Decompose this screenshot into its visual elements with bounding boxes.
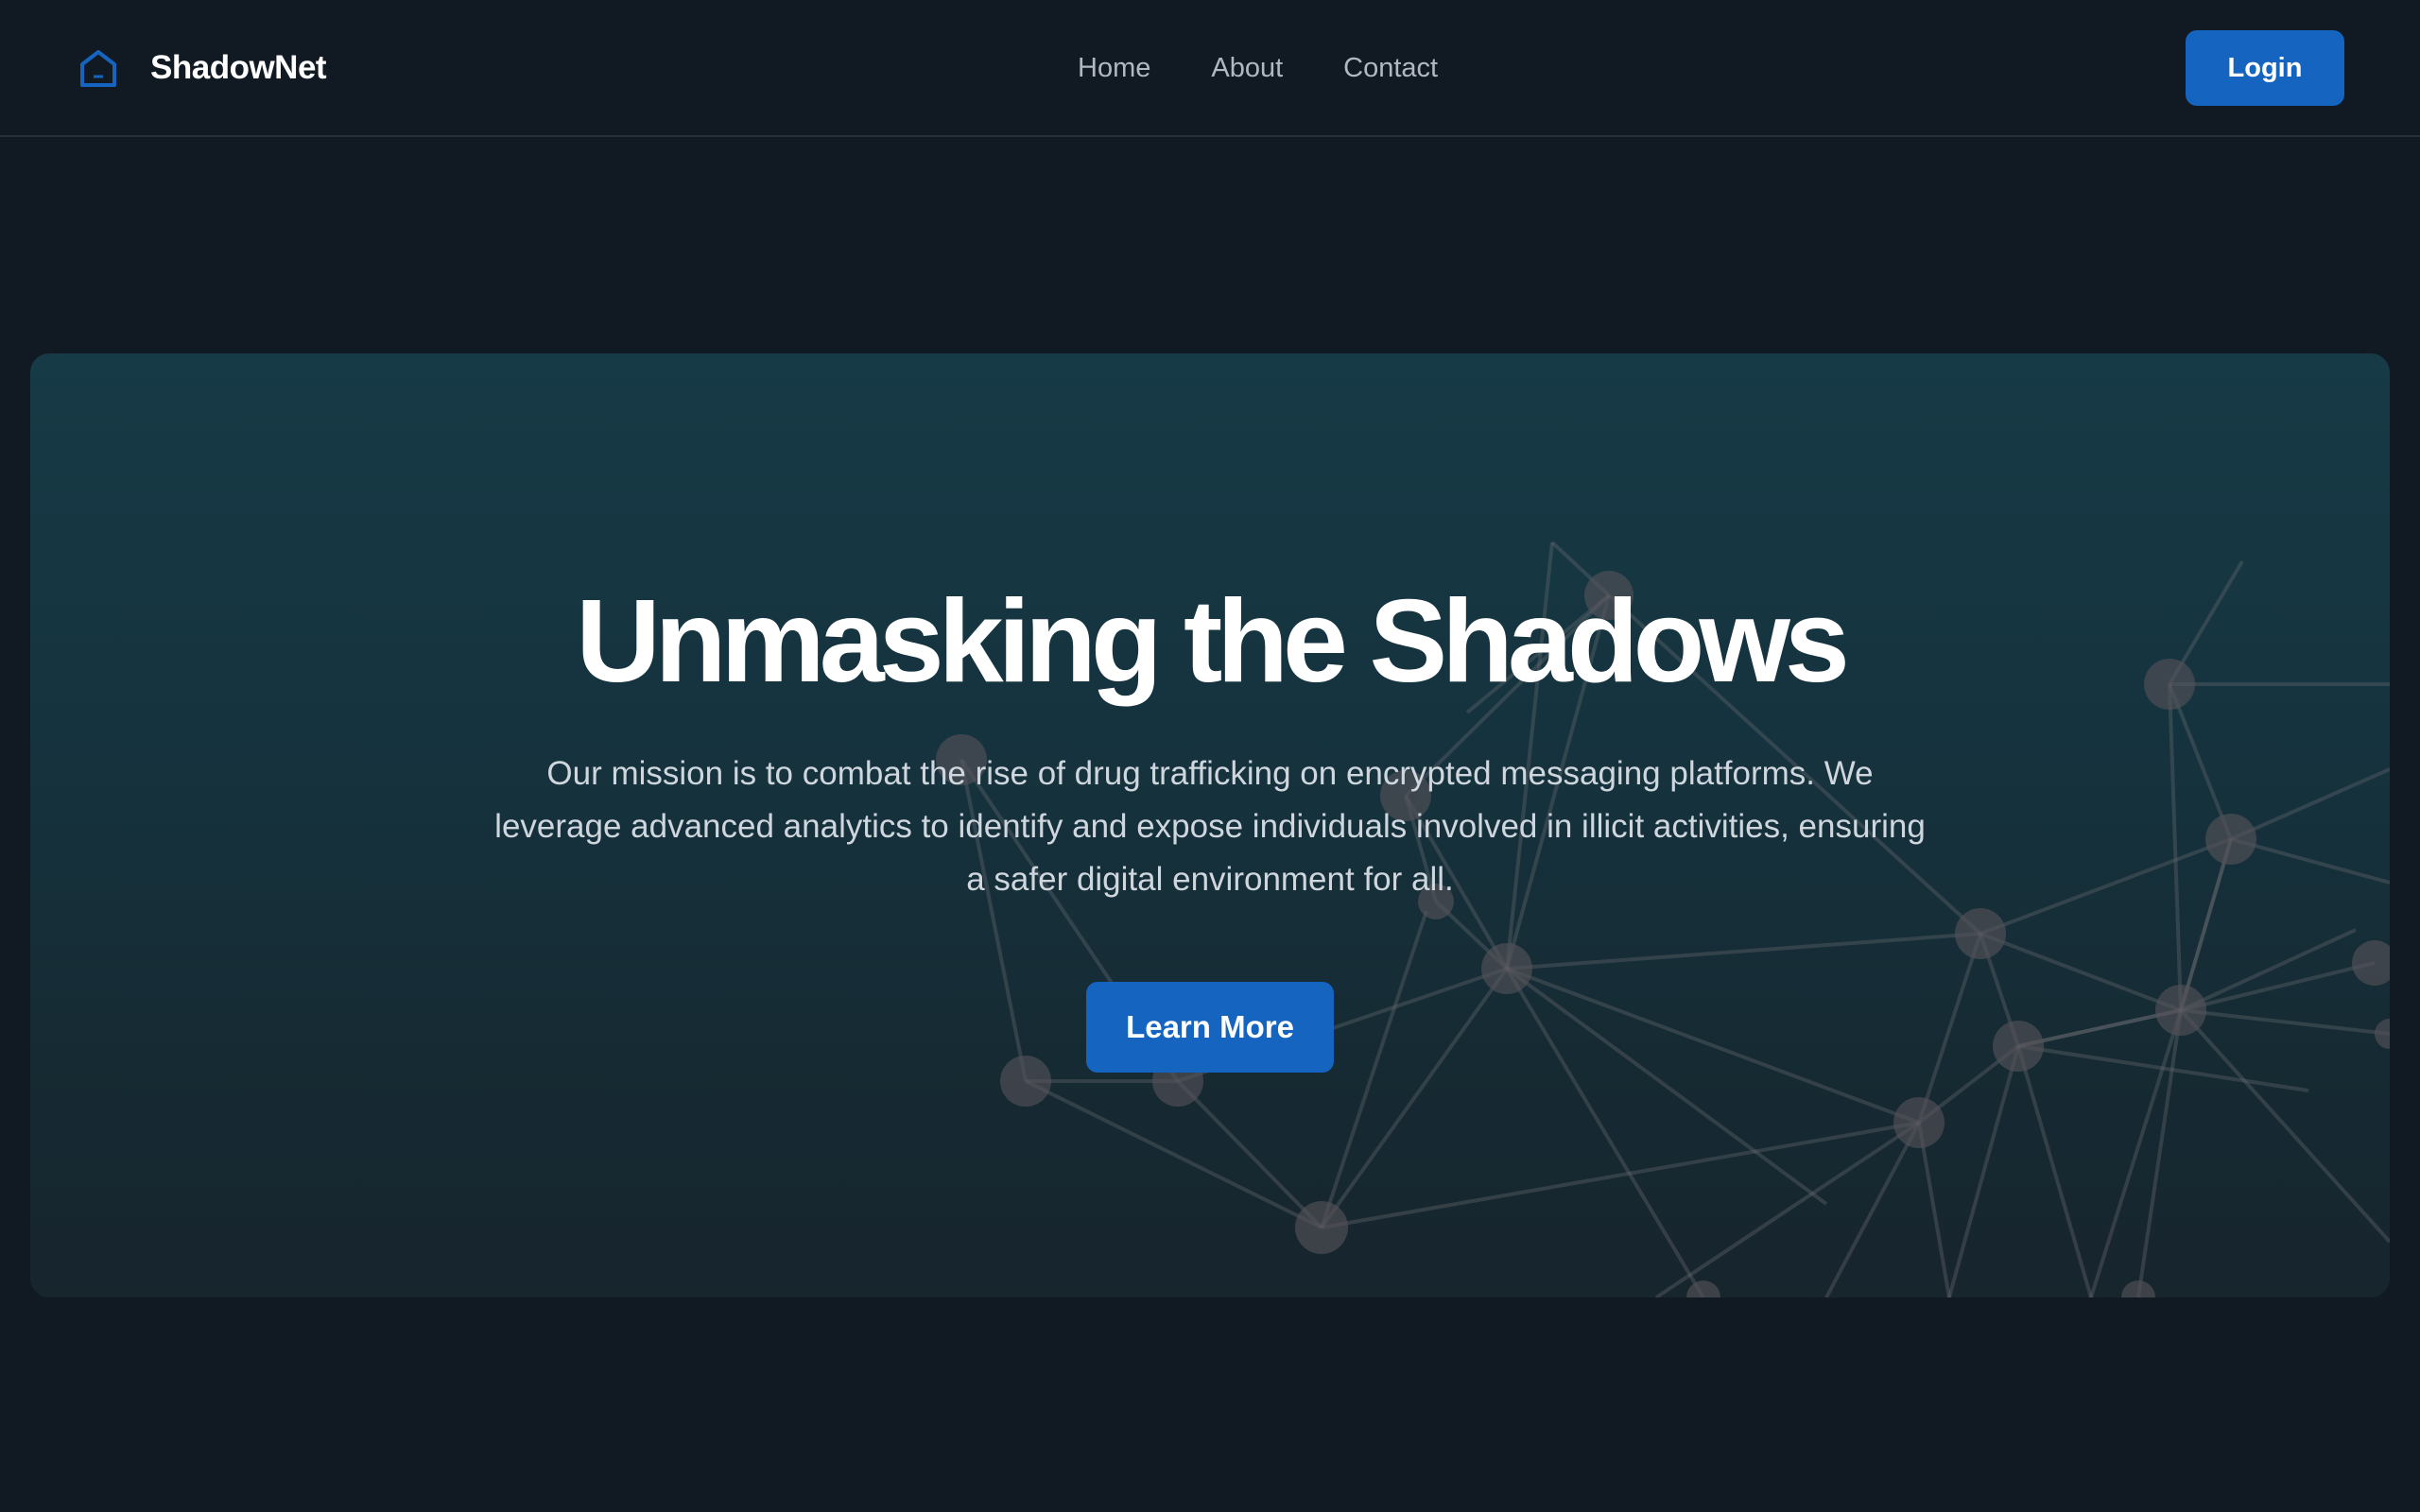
- nav-link-about[interactable]: About: [1211, 49, 1283, 87]
- home-icon: [80, 50, 116, 87]
- brand-name: ShadowNet: [150, 49, 327, 86]
- top-navigation-bar: ShadowNet Home About Contact Login: [0, 0, 2420, 137]
- nav-link-contact[interactable]: Contact: [1343, 49, 1438, 87]
- hero-title: Unmasking the Shadows: [576, 576, 1850, 707]
- brand[interactable]: ShadowNet: [78, 45, 327, 91]
- hero-content: Unmasking the Shadows Our mission is to …: [30, 576, 2390, 1073]
- hero-section: Unmasking the Shadows Our mission is to …: [30, 353, 2390, 1297]
- nav-link-home[interactable]: Home: [1078, 49, 1150, 87]
- main-nav: Home About Contact: [1078, 49, 1438, 87]
- login-button[interactable]: Login: [2186, 30, 2344, 106]
- hero-description: Our mission is to combat the rise of dru…: [494, 755, 1926, 898]
- learn-more-button[interactable]: Learn More: [1086, 982, 1334, 1073]
